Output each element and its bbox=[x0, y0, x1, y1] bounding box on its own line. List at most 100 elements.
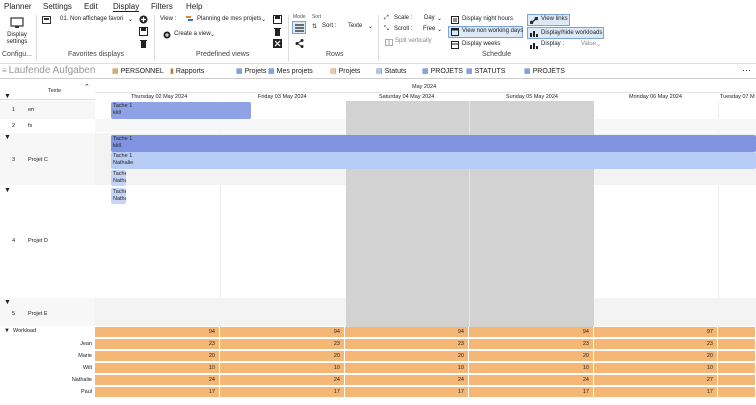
row-number: 1 bbox=[12, 107, 16, 113]
add-favorite-icon[interactable] bbox=[138, 14, 148, 24]
display-value-icon bbox=[529, 41, 538, 49]
workload-cell bbox=[718, 387, 756, 397]
rows-group-label: Rows bbox=[326, 51, 344, 58]
menu-edit[interactable]: Edit bbox=[84, 2, 98, 11]
workload-cell: 23 bbox=[594, 339, 718, 349]
row-name[interactable]: Projet E bbox=[28, 311, 48, 317]
menu-settings[interactable]: Settings bbox=[43, 2, 72, 11]
task-bar[interactable]: TacheNatha bbox=[111, 170, 126, 186]
list-mode-icon[interactable] bbox=[292, 21, 306, 34]
menu-planner[interactable]: Planner bbox=[4, 2, 32, 11]
chevron-up-icon[interactable]: ⌃ bbox=[84, 83, 90, 91]
workload-cell: 20 bbox=[95, 351, 220, 361]
menu-filters[interactable]: Filters bbox=[151, 2, 173, 11]
sort-label: Sort : bbox=[322, 23, 337, 29]
share-icon[interactable] bbox=[294, 38, 304, 48]
delete-favorite-icon[interactable] bbox=[138, 38, 148, 48]
workload-cell: 20 bbox=[345, 351, 469, 361]
view-non-working-days-label: View non working days bbox=[462, 28, 524, 34]
split-vertically-toggle[interactable]: Split vertically bbox=[395, 38, 432, 44]
tab-projets-3[interactable]: ▦ PROJETS bbox=[422, 67, 463, 76]
chevron-down-icon[interactable]: ⌄ bbox=[437, 26, 442, 33]
delete-view-icon[interactable] bbox=[272, 26, 282, 36]
menu-help[interactable]: Help bbox=[186, 2, 202, 11]
workload-cell: 20 bbox=[594, 351, 718, 361]
scale-label: Scale : bbox=[394, 15, 413, 21]
workload-cell: 17 bbox=[95, 387, 220, 397]
tab-personnel[interactable]: ▦ PERSONNEL bbox=[112, 67, 164, 76]
more-options-icon[interactable]: ⋯ bbox=[742, 65, 751, 76]
tab-projets[interactable]: ▦ Projets bbox=[236, 67, 266, 76]
day-header: Saturday 04 May 2024 bbox=[379, 94, 435, 100]
gantt-icon: ▤ bbox=[330, 68, 337, 75]
workload-cell: 17 bbox=[345, 387, 469, 397]
tab-laufende-aufgaben[interactable]: ≡ Laufende Aufgaben bbox=[2, 65, 95, 76]
workload-chart-icon bbox=[529, 29, 538, 37]
workload-cell: 23 bbox=[469, 339, 594, 349]
workload-cell: 27 bbox=[594, 375, 718, 385]
night-hours-icon[interactable] bbox=[450, 15, 459, 24]
scale-select[interactable]: Day bbox=[424, 15, 435, 21]
mode-label: Mode bbox=[293, 14, 306, 20]
scroll-select[interactable]: Free bbox=[423, 26, 435, 32]
task-bar[interactable]: Tache 1 Nathalie bbox=[111, 152, 756, 169]
display-weeks-button[interactable]: Display weeks bbox=[462, 41, 500, 47]
workload-collapse-icon[interactable]: ▼ bbox=[4, 328, 10, 334]
tab-mes-projets[interactable]: ▦ Mes projets bbox=[268, 67, 313, 76]
tab-projets-4[interactable]: ▦ PROJETS bbox=[524, 67, 565, 76]
expand-arrow-icon[interactable]: ▼ bbox=[4, 299, 11, 306]
chevron-down-icon[interactable]: ⌄ bbox=[261, 16, 266, 23]
tab-statuts-2[interactable]: ▦ STATUTS bbox=[466, 67, 505, 76]
separator bbox=[378, 15, 379, 61]
tab-projets-2[interactable]: ▤ Projets bbox=[330, 67, 360, 76]
separator bbox=[36, 15, 37, 61]
display-night-hours-button[interactable]: Display night hours bbox=[462, 16, 513, 22]
tab-rapports[interactable]: ▮ Rapports bbox=[170, 67, 204, 76]
save-view-icon[interactable] bbox=[272, 14, 282, 24]
chevron-down-icon[interactable]: ⌄ bbox=[368, 23, 373, 30]
create-view-button[interactable]: Create a view bbox=[174, 31, 211, 37]
schedule-group-label: Schedule bbox=[482, 51, 512, 58]
text-column-header[interactable]: Texte bbox=[48, 88, 61, 94]
task-bar[interactable]: TacheNatha bbox=[111, 188, 126, 204]
sort-select[interactable]: Texte bbox=[348, 23, 362, 29]
view-select[interactable]: Planning de mes projets bbox=[197, 16, 261, 22]
create-view-icon[interactable] bbox=[162, 30, 171, 39]
weeks-icon[interactable] bbox=[450, 40, 459, 49]
save-favorite-icon[interactable] bbox=[138, 26, 148, 36]
chevron-down-icon[interactable]: ⌄ bbox=[210, 31, 215, 38]
chevron-down-icon[interactable]: ⌄ bbox=[437, 15, 442, 22]
workload-cell bbox=[718, 363, 756, 373]
tab-statuts[interactable]: ▤ Statuts bbox=[376, 67, 406, 76]
display-value-select[interactable]: Value bbox=[581, 41, 596, 47]
chevron-down-icon[interactable]: ⌄ bbox=[596, 41, 601, 48]
favorite-display-icon[interactable] bbox=[41, 15, 51, 24]
row-name[interactable]: fs bbox=[28, 123, 32, 129]
row-name[interactable]: en bbox=[28, 107, 34, 113]
favorite-display-select[interactable]: 01. Non affichage favori bbox=[60, 16, 123, 22]
divider bbox=[0, 99, 95, 100]
row-name[interactable]: Projet D bbox=[28, 238, 48, 244]
month-header: May 2024 bbox=[412, 84, 437, 90]
menu-display[interactable]: Display bbox=[113, 2, 140, 12]
expand-arrow-icon[interactable]: ▼ bbox=[4, 134, 11, 141]
close-view-icon[interactable] bbox=[272, 38, 282, 48]
task-bar[interactable]: Tache 1 kkll bbox=[111, 102, 251, 119]
display-settings-icon[interactable] bbox=[6, 15, 28, 31]
predefined-views-group-label: Predefined views bbox=[196, 51, 250, 58]
display-settings-button[interactable]: Display settings bbox=[4, 32, 30, 46]
chevron-down-icon[interactable]: ⌄ bbox=[128, 16, 133, 23]
workload-cell: 24 bbox=[95, 375, 220, 385]
split-icon[interactable] bbox=[384, 38, 393, 46]
bar-chart-icon: ▮ bbox=[170, 68, 174, 75]
workload-person-name: Paul bbox=[80, 389, 92, 395]
workload-cell: 17 bbox=[594, 387, 718, 397]
row-name[interactable]: Projet C bbox=[28, 157, 48, 163]
row-band bbox=[594, 119, 756, 132]
task-bar[interactable]: Tache 1 kkll bbox=[111, 135, 756, 152]
table-icon: ▦ bbox=[466, 68, 473, 75]
day-header: Sunday 05 May 2024 bbox=[506, 94, 558, 100]
row-band bbox=[95, 298, 346, 326]
workload-cell: 94 bbox=[469, 327, 594, 337]
expand-arrow-icon[interactable]: ▼ bbox=[4, 187, 11, 194]
